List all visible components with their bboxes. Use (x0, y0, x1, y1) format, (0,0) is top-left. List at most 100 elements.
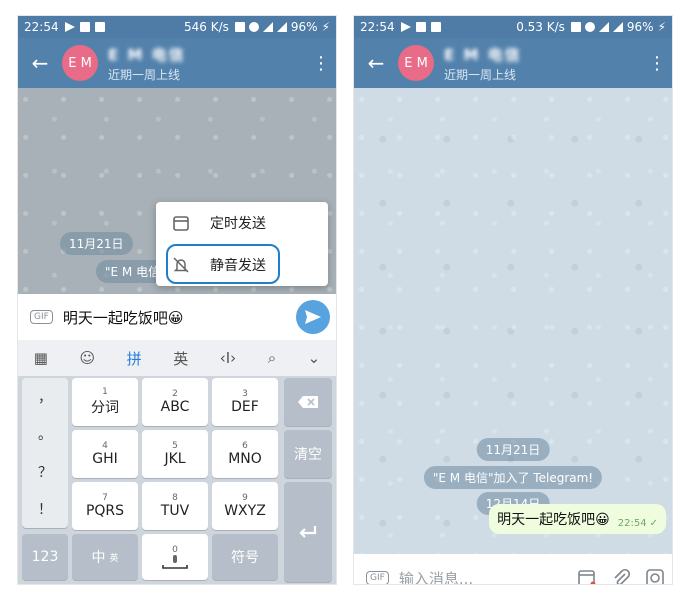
key-2-label: ABC (160, 399, 190, 415)
signal-icon (262, 22, 273, 32)
clear-key[interactable]: 清空 (284, 430, 332, 478)
status-time: 22:54 (360, 20, 395, 34)
key-2-number: 2 (172, 389, 178, 399)
vpn-key-icon (234, 22, 245, 32)
date-chip-1: 11月21日 (476, 438, 550, 461)
keyboard: ， 。 ？ ！ 1 分词 2 ABC 3 DEF 4 GHI 5 JKL 6 M… (18, 376, 336, 584)
key-9-label: WXYZ (224, 503, 266, 519)
highlight-outline (166, 244, 280, 284)
calendar-icon (170, 214, 192, 232)
cursor-icon[interactable]: ‹I› (220, 349, 236, 367)
schedule-send-option[interactable]: 定时发送 (156, 202, 328, 244)
message-input[interactable]: 输入消息... (399, 568, 570, 585)
chat-area: 11月21日 "E M 电信"加入了 Telegram! 12月14日 (354, 88, 672, 554)
key-4-label: GHI (92, 451, 118, 467)
status-bar: 22:54 0.53 K/s 96% ⚡ (354, 16, 672, 38)
service-message-chip: "E M 电信"加入了 Telegram! (423, 466, 603, 489)
back-arrow-icon[interactable]: ← (354, 51, 398, 75)
key-8-label: TUV (160, 503, 190, 519)
key-exclamation[interactable]: ！ (38, 499, 52, 519)
key-3-number: 3 (242, 389, 248, 399)
network-speed: 546 K/s (184, 20, 229, 34)
punctuation-column[interactable]: ， 。 ？ ！ (22, 378, 68, 528)
chat-name: E M 电信 (444, 45, 522, 64)
gif-icon[interactable]: GIF (30, 310, 53, 324)
number-mode-key[interactable]: 123 (22, 534, 68, 580)
message-input[interactable]: 明天一起吃饭吧😀 (63, 307, 296, 328)
microphone-icon (162, 555, 188, 569)
key-7-label: PQRS (85, 503, 125, 519)
chat-header: ← E M E M 电信 近期一周上线 ⋮ (354, 38, 672, 88)
key-2[interactable]: 2 ABC (142, 378, 208, 426)
date-chip: 11月21日 (60, 232, 133, 255)
network-speed: 0.53 K/s (516, 20, 565, 34)
backspace-key[interactable] (284, 378, 332, 426)
key-7[interactable]: 7 PQRS (72, 482, 138, 530)
zh-label: 中 (91, 550, 106, 566)
location-arrow-icon (430, 22, 441, 32)
outgoing-message[interactable]: 明天一起吃饭吧😀 22:54 ✓ (489, 504, 666, 534)
key-6[interactable]: 6 MNO (212, 430, 278, 478)
chat-title[interactable]: E M 电信 近期一周上线 (444, 44, 642, 83)
gif-icon[interactable]: GIF (366, 571, 389, 584)
key-1[interactable]: 1 分词 (72, 378, 138, 426)
key-5[interactable]: 5 JKL (142, 430, 208, 478)
avatar[interactable]: E M (62, 45, 98, 81)
message-time: 22:54 (617, 518, 647, 529)
more-vertical-icon[interactable]: ⋮ (306, 53, 336, 74)
chat-title[interactable]: E M 电信 近期一周上线 (108, 44, 306, 83)
search-icon[interactable]: ⌕ (268, 349, 276, 367)
back-arrow-icon[interactable]: ← (18, 51, 62, 75)
en-sub-label: 英 (109, 553, 119, 564)
status-time: 22:54 (24, 20, 59, 34)
chat-header: ← E M E M 电信 近期一周上线 ⋮ (18, 38, 336, 88)
phone-left: 22:54 546 K/s 96% ⚡ ← E M E M 电信 近期一周上线 … (18, 16, 336, 584)
send-button[interactable] (296, 300, 330, 334)
attach-paperclip-icon[interactable] (604, 568, 638, 584)
chat-last-seen: 近期一周上线 (444, 67, 517, 82)
language-switch-key[interactable]: 中 英 (72, 534, 138, 580)
image-icon (94, 22, 105, 32)
key-8[interactable]: 8 TUV (142, 482, 208, 530)
chevron-down-icon[interactable]: ⌄ (308, 349, 321, 367)
vpn-key-icon (570, 22, 581, 32)
key-4[interactable]: 4 GHI (72, 430, 138, 478)
key-1-label: 分词 (91, 400, 119, 416)
key-comma[interactable]: ， (38, 387, 52, 407)
english-mode-tab[interactable]: 英 (173, 348, 188, 369)
key-6-label: MNO (228, 451, 262, 467)
message-text: 明天一起吃饭吧😀 (497, 512, 610, 528)
key-5-number: 5 (172, 441, 178, 451)
key-9-number: 9 (242, 493, 248, 503)
emoji-icon[interactable]: ☺ (79, 349, 95, 367)
key-9[interactable]: 9 WXYZ (212, 482, 278, 530)
avatar[interactable]: E M (398, 45, 434, 81)
message-input-bar: GIF 输入消息... (354, 554, 672, 584)
telegram-icon (64, 22, 75, 32)
signal-icon (598, 22, 609, 32)
ime-toolbar: ▦ ☺ 拼 英 ‹I› ⌕ ⌄ (18, 340, 336, 376)
keyboard-icon (79, 22, 90, 32)
chat-last-seen: 近期一周上线 (108, 67, 181, 82)
grid-menu-icon[interactable]: ▦ (34, 349, 48, 367)
signal-icon-2 (612, 22, 623, 32)
key-question[interactable]: ？ (38, 462, 52, 482)
enter-icon (299, 526, 317, 538)
key-6-number: 6 (242, 441, 248, 451)
charging-icon: ⚡ (657, 20, 666, 34)
enter-key[interactable] (284, 482, 332, 582)
camera-instant-icon[interactable] (638, 568, 672, 584)
space-key[interactable]: 0 (142, 534, 208, 580)
phone-right: 22:54 0.53 K/s 96% ⚡ ← E M E M 电信 近期一周上线… (354, 16, 672, 584)
symbol-key[interactable]: 符号 (212, 534, 278, 580)
signal-icon-2 (276, 22, 287, 32)
charging-icon: ⚡ (321, 20, 330, 34)
key-4-number: 4 (102, 441, 108, 451)
pinyin-mode-tab[interactable]: 拼 (127, 348, 142, 369)
more-vertical-icon[interactable]: ⋮ (642, 53, 672, 74)
key-period[interactable]: 。 (38, 424, 52, 444)
space-zero: 0 (172, 545, 178, 555)
hotspot-icon (248, 22, 259, 32)
schedule-calendar-icon[interactable] (570, 568, 604, 584)
key-3[interactable]: 3 DEF (212, 378, 278, 426)
